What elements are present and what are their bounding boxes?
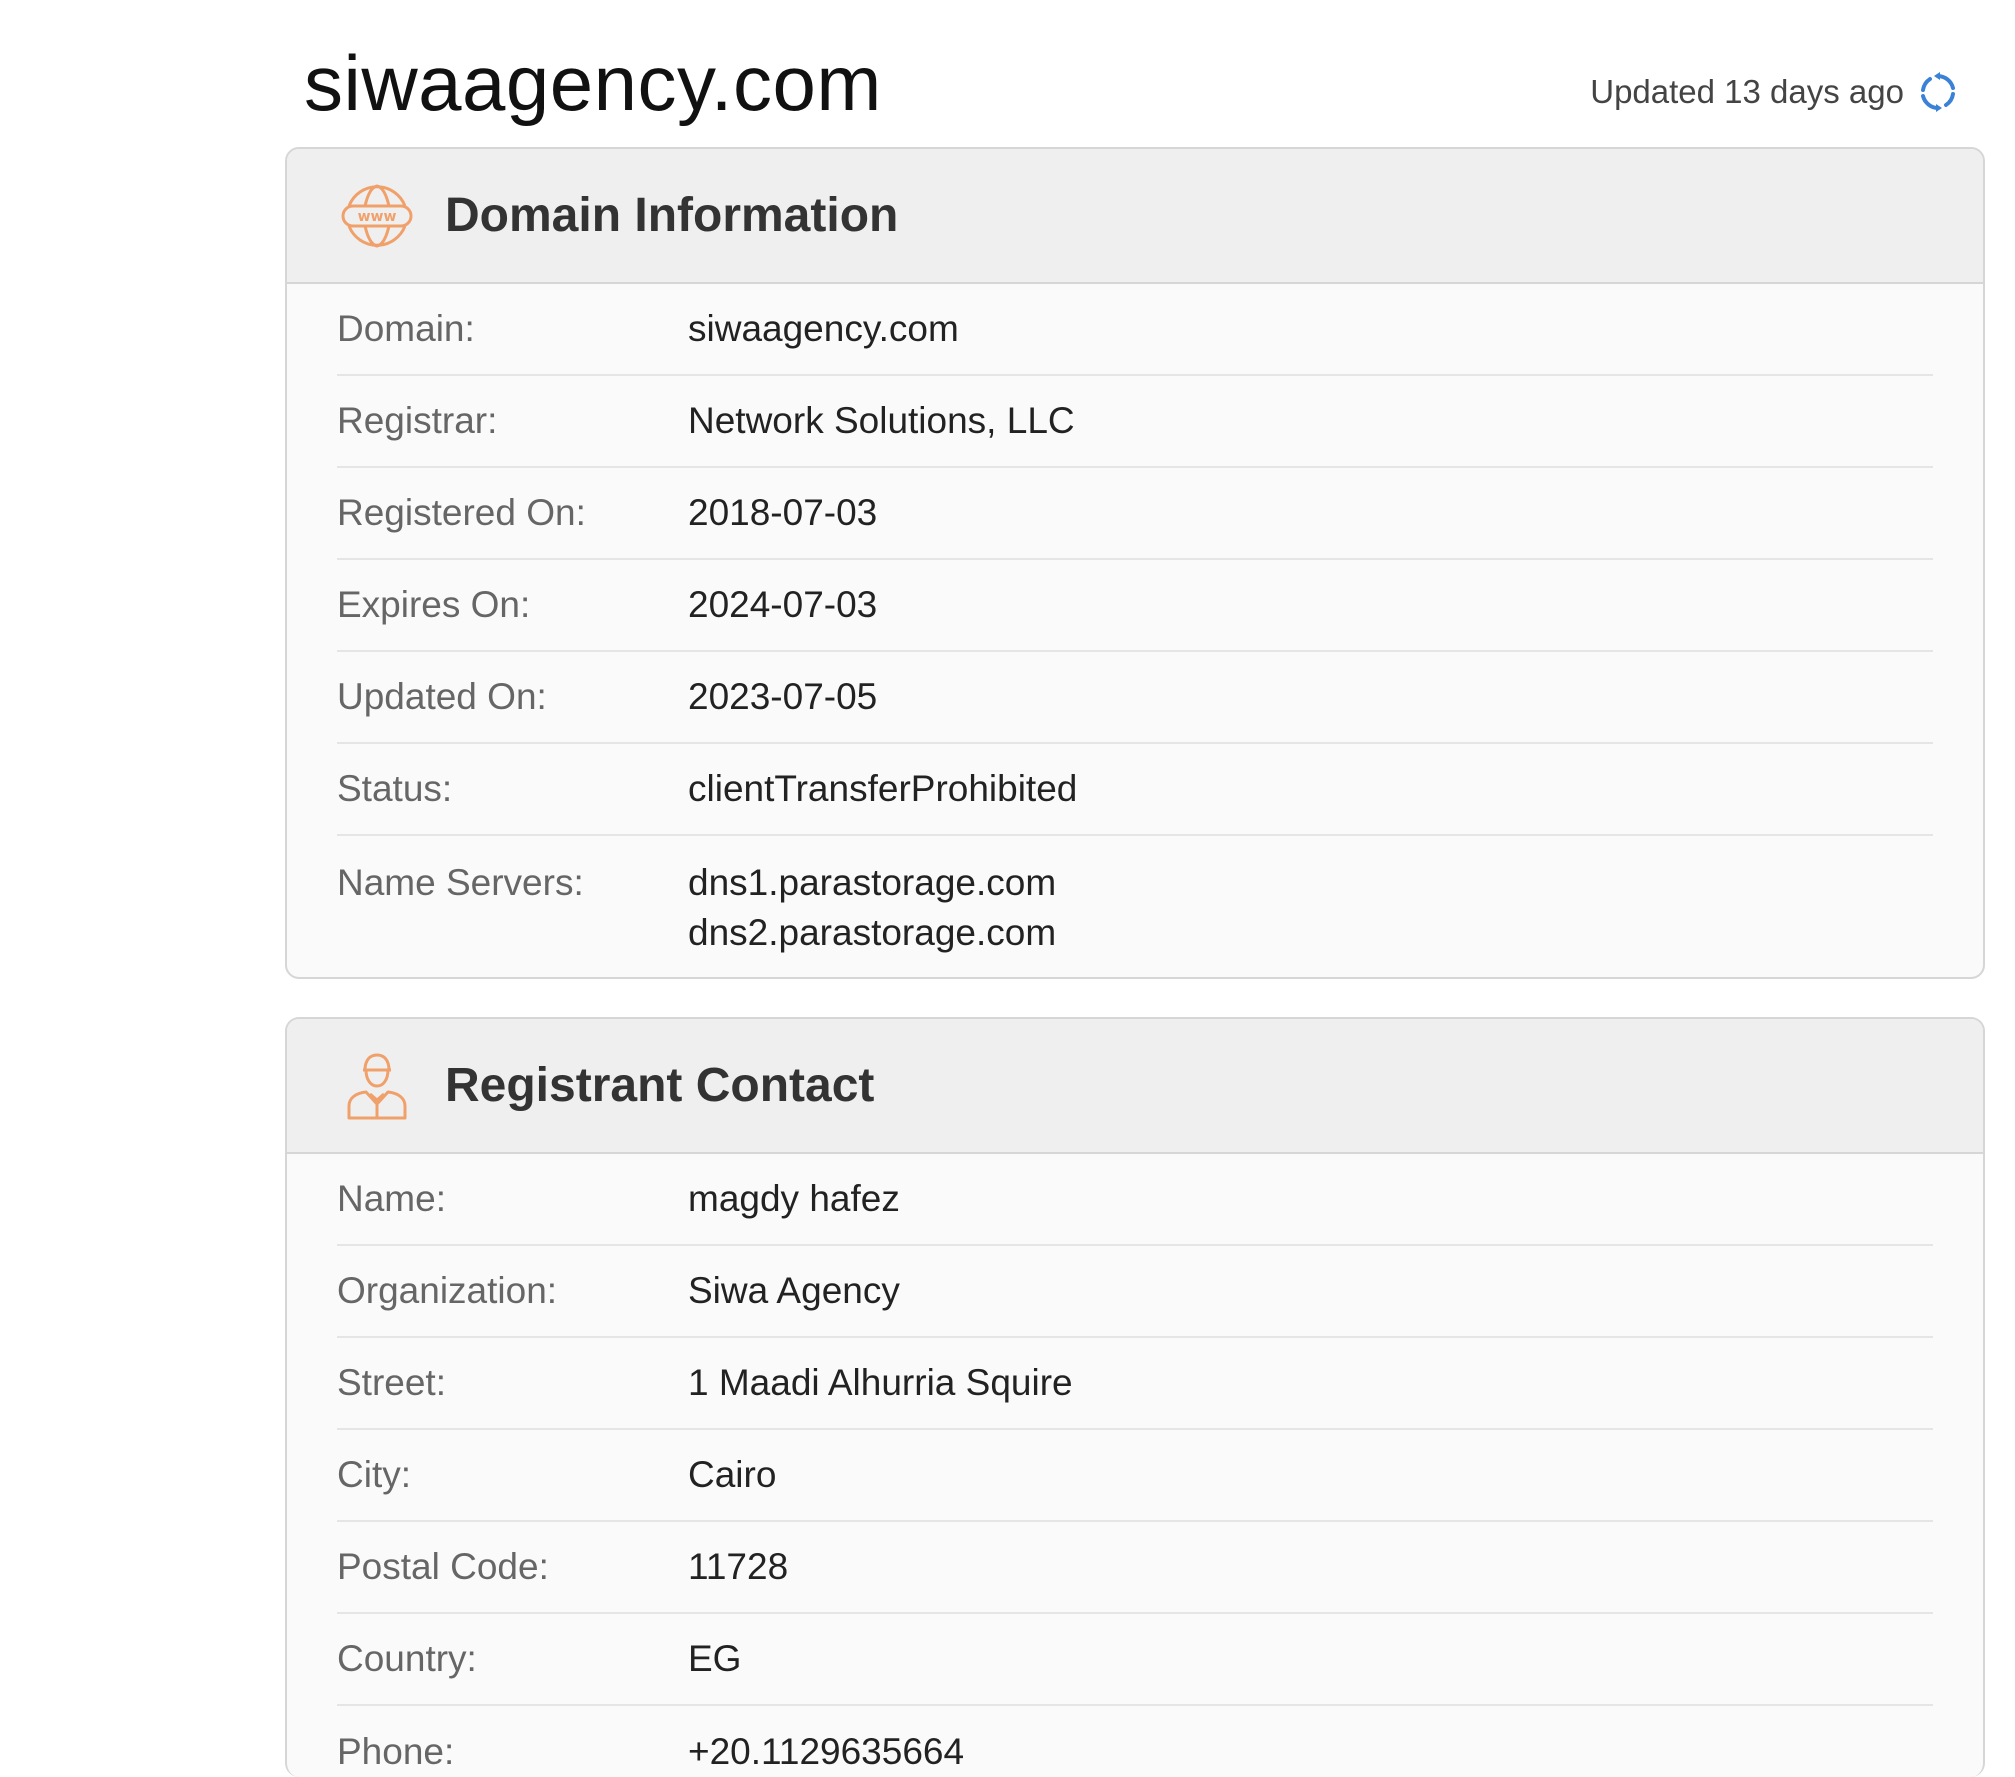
card-title: Registrant Contact [445,1059,875,1112]
row-value: clientTransferProhibited [688,768,1078,809]
table-row: Expires On: 2024-07-03 [337,560,1933,652]
table-row: Organization: Siwa Agency [337,1246,1933,1338]
table-row: Status: clientTransferProhibited [337,744,1933,836]
row-label: Postal Code: [337,1546,549,1587]
table-row: Name: magdy hafez [337,1154,1933,1246]
card-title: Domain Information [445,189,899,242]
svg-text:www: www [358,209,397,225]
row-value: 2023-07-05 [688,676,878,717]
row-label: Updated On: [337,676,547,717]
row-value: Siwa Agency [688,1270,900,1311]
refresh-icon[interactable] [1916,70,1960,114]
row-value: siwaagency.com [688,308,959,349]
table-row: Registrar: Network Solutions, LLC [337,376,1933,468]
table-row: Phone: +20.1129635664 [337,1706,1933,1777]
table-row: Country: EG [337,1614,1933,1706]
row-value: magdy hafez [688,1178,900,1219]
row-value: EG [688,1638,742,1679]
row-value: 2018-07-03 [688,492,878,533]
registrant-contact-card: Registrant Contact Name: magdy hafez Org… [285,1017,1985,1777]
row-value: +20.1129635664 [688,1731,965,1772]
table-row: Registered On: 2018-07-03 [337,468,1933,560]
row-label: Registered On: [337,492,586,533]
row-label: Country: [337,1638,477,1679]
row-label: Registrar: [337,400,498,441]
row-label: Street: [337,1362,446,1403]
updated-text: Updated 13 days ago [1590,73,1904,110]
table-row: Updated On: 2023-07-05 [337,652,1933,744]
registrant-contact-header: Registrant Contact [287,1019,1983,1154]
person-icon [347,1053,407,1119]
table-row: Street: 1 Maadi Alhurria Squire [337,1338,1933,1430]
row-label: City: [337,1454,411,1495]
domain-information-card: www Domain Information Domain: siwaagenc… [285,147,1985,979]
row-label: Status: [337,768,453,809]
row-label: Phone: [337,1731,455,1772]
row-value: 1 Maadi Alhurria Squire [688,1362,1073,1403]
domain-information-header: www Domain Information [287,149,1983,284]
name-server: dns1.parastorage.com [688,862,1057,903]
row-value: Network Solutions, LLC [688,400,1075,441]
row-label: Name: [337,1178,446,1219]
table-row: Domain: siwaagency.com [337,284,1933,376]
www-globe-icon: www [341,183,413,248]
row-value: Cairo [688,1454,777,1495]
name-servers-list: dns1.parastorage.com dns2.parastorage.co… [688,858,1056,958]
table-row: Postal Code: 11728 [337,1522,1933,1614]
row-label: Expires On: [337,584,531,625]
row-label: Organization: [337,1270,558,1311]
name-server: dns2.parastorage.com [688,912,1057,953]
domain-info-rows: Domain: siwaagency.com Registrar: Networ… [287,284,1983,977]
row-label: Domain: [337,308,475,349]
registrant-rows: Name: magdy hafez Organization: Siwa Age… [287,1154,1983,1777]
row-value: 11728 [688,1546,789,1587]
name-servers-row: Name Servers: dns1.parastorage.com dns2.… [337,836,1933,977]
updated-status: Updated 13 days ago [1590,70,1960,114]
row-label: Name Servers: [337,862,584,903]
table-row: City: Cairo [337,1430,1933,1522]
row-value: 2024-07-03 [688,584,878,625]
page-title: siwaagency.com [304,39,882,127]
page-header: siwaagency.com Updated 13 days ago [304,30,1960,130]
